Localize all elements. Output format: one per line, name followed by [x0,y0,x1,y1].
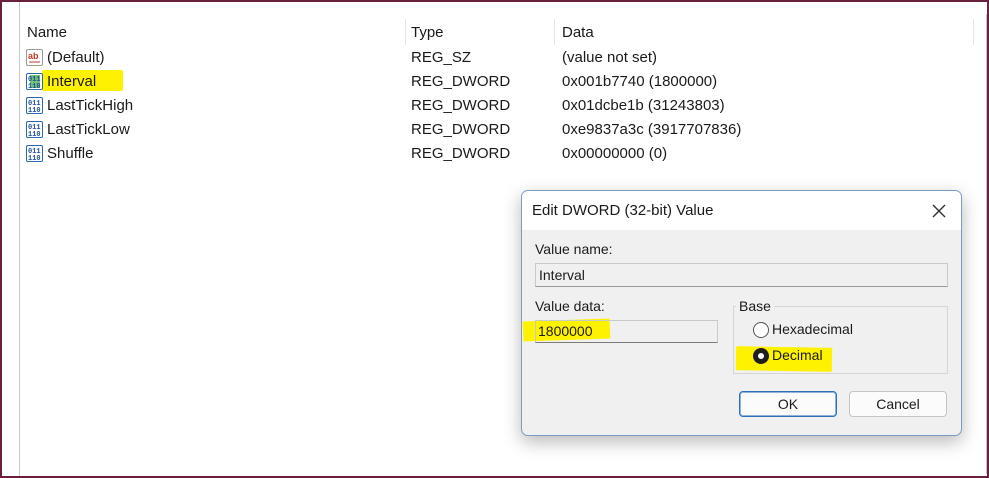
svg-text:110: 110 [28,131,41,138]
string-value-icon: ab [26,49,43,66]
list-item[interactable]: ab (Default) REG_SZ (value not set) [20,46,980,70]
binary-value-icon: 011 110 [26,97,43,114]
window-frame-top [0,0,989,2]
list-item[interactable]: 011 110 Interval REG_DWORD 0x001b7740 (1… [20,70,980,94]
svg-text:110: 110 [28,83,41,90]
value-type: REG_DWORD [411,73,511,90]
value-name-text: Interval [539,267,585,283]
dialog-title-bar[interactable]: Edit DWORD (32-bit) Value [522,191,961,230]
value-type: REG_SZ [411,49,472,66]
pane-border [986,14,987,474]
value-data: 0x00000000 (0) [562,145,668,162]
value-data: 0x001b7740 (1800000) [562,73,718,90]
value-data-input[interactable]: 1800000 [535,320,718,343]
value-name: (Default) [47,49,105,66]
value-data: 0xe9837a3c (3917707836) [562,121,742,138]
value-name: LastTickLow [47,121,130,138]
column-divider[interactable] [973,19,974,45]
column-header-data[interactable]: Data [562,19,594,45]
edit-dword-dialog: Edit DWORD (32-bit) Value Value name: In… [521,190,962,436]
dialog-title: Edit DWORD (32-bit) Value [532,202,714,219]
radio-decimal-label[interactable]: Decimal [772,347,823,363]
list-item[interactable]: 011 110 LastTickHigh REG_DWORD 0x01dcbe1… [20,94,980,118]
list-item[interactable]: 011 110 Shuffle REG_DWORD 0x00000000 (0) [20,142,980,166]
value-data: 0x01dcbe1b (31243803) [562,97,725,114]
value-data: (value not set) [562,49,658,66]
value-name-field: Interval [535,263,948,287]
column-divider[interactable] [554,19,555,45]
value-data-text: 1800000 [538,323,593,339]
column-header-type[interactable]: Type [411,19,444,45]
binary-value-icon: 011 110 [26,121,43,138]
value-name: LastTickHigh [47,97,134,114]
radio-dot [758,353,764,359]
cancel-button[interactable]: Cancel [849,391,947,417]
radio-decimal[interactable] [753,348,769,364]
svg-text:110: 110 [28,155,41,162]
svg-text:110: 110 [28,107,41,114]
binary-value-icon: 011 110 [26,73,43,90]
value-type: REG_DWORD [411,97,511,114]
column-header-name[interactable]: Name [27,19,67,45]
list-header: Name Type Data [20,19,987,45]
column-divider[interactable] [405,19,406,45]
radio-hexadecimal-label[interactable]: Hexadecimal [772,321,853,337]
close-icon[interactable] [927,199,951,223]
base-label: Base [736,298,774,314]
radio-hexadecimal[interactable] [753,322,769,338]
binary-value-icon: 011 110 [26,145,43,162]
value-name: Shuffle [47,145,94,162]
ok-button[interactable]: OK [739,391,837,417]
value-name-label: Value name: [535,241,613,257]
window-frame-left [0,0,2,478]
value-data-label: Value data: [535,298,605,314]
svg-text:ab: ab [28,51,39,61]
value-name: Interval [47,73,97,90]
value-type: REG_DWORD [411,121,511,138]
value-type: REG_DWORD [411,145,511,162]
list-item[interactable]: 011 110 LastTickLow REG_DWORD 0xe9837a3c… [20,118,980,142]
